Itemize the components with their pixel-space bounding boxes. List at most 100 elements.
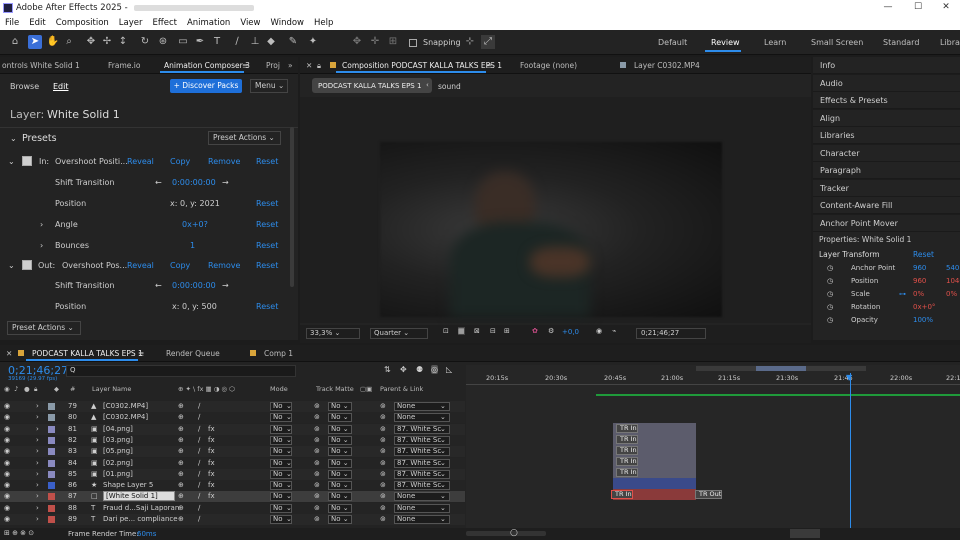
collapse-switch-icon[interactable]: ⊕ (178, 436, 184, 444)
eye-icon[interactable]: ◉ (4, 447, 10, 455)
in-reveal-link[interactable]: Reveal (127, 157, 154, 166)
snapping-checkbox[interactable] (409, 39, 417, 47)
tab-effect-controls[interactable]: ontrols White Solid 1 (2, 61, 80, 70)
maximize-icon[interactable]: ☐ (903, 0, 933, 15)
tab-animation-composer[interactable]: Animation Composer 3 (164, 61, 250, 70)
in-angle-reset[interactable]: Reset (256, 220, 278, 229)
tab-render-queue[interactable]: Render Queue (166, 349, 220, 358)
rotate-tool-icon[interactable]: ↻ (138, 35, 152, 49)
workspace-default[interactable]: Default (658, 38, 687, 47)
track-z-icon[interactable]: ↕ (116, 35, 130, 49)
snap-expand-icon[interactable]: ⤢ (481, 35, 495, 49)
label-color[interactable] (48, 482, 55, 490)
preserve-transparency-icon[interactable]: ⊚ (314, 504, 320, 512)
menu-effect[interactable]: Effect (148, 18, 182, 28)
in-bounces-reset[interactable]: Reset (256, 241, 278, 250)
preset-actions-dropdown[interactable]: Preset Actions ⌄ (208, 131, 281, 145)
panel-anchor-point-mover[interactable]: Anchor Point Mover (813, 214, 960, 232)
preserve-transparency-icon[interactable]: ⊚ (314, 515, 320, 523)
in-remove-link[interactable]: Remove (208, 157, 240, 166)
quality-switch-icon[interactable]: ∕ (198, 481, 200, 489)
label-color[interactable] (48, 403, 55, 410)
parent-arrow-icon[interactable]: ⌄ (440, 481, 446, 489)
collapse-switch-icon[interactable]: ⊕ (178, 492, 184, 500)
panel-menu-icon[interactable]: ≡ (486, 61, 492, 70)
menu-view[interactable]: View (235, 18, 265, 28)
tr-in-marker[interactable]: TR In (611, 490, 633, 499)
playhead[interactable] (850, 373, 851, 540)
out-reveal-link[interactable]: Reveal (127, 261, 154, 270)
playhead-handle-icon[interactable]: ▼ (846, 373, 852, 382)
in-checkbox[interactable] (22, 156, 32, 166)
transparency-grid-icon[interactable]: ▦ (458, 327, 465, 335)
tab-composition[interactable]: Composition PODCAST KALLA TALKS EPS 1 (342, 61, 502, 70)
layer-name[interactable]: [02.png] (103, 459, 133, 467)
mode-arrow-icon[interactable]: ⌄ (286, 481, 292, 489)
pickwhip-icon[interactable]: ⊚ (380, 447, 386, 455)
grid-icon[interactable]: ⊞ (504, 327, 510, 335)
mask-visibility-icon[interactable]: ⊠ (474, 327, 480, 335)
tr-in-marker[interactable]: TR In (616, 446, 638, 455)
eye-icon[interactable]: ◉ (4, 413, 10, 421)
expand-chevron-icon[interactable]: › (36, 436, 39, 444)
layer-name[interactable]: Shape Layer 5 (103, 481, 153, 489)
clone-stamp-icon[interactable]: ⊥ (248, 35, 262, 49)
layer-name-header[interactable]: Layer Name (92, 385, 131, 393)
layer-name[interactable]: Dari pe... compliance (103, 515, 178, 523)
parent-arrow-icon[interactable]: ⌄ (440, 402, 446, 410)
panel-paragraph[interactable]: Paragraph (813, 162, 960, 179)
layer-search-input[interactable]: Q (66, 365, 296, 377)
eraser-tool-icon[interactable]: ◆ (264, 35, 278, 49)
zoom-slider-handle[interactable]: ○ (510, 528, 518, 538)
tab-layer[interactable]: Layer C0302.MP4 (634, 61, 700, 70)
label-color[interactable] (48, 436, 55, 444)
panel-menu-icon[interactable]: ≡ (242, 61, 248, 70)
orbit-tool-icon[interactable]: ✥ (84, 35, 98, 49)
snapshot-icon[interactable]: ◉ (596, 327, 602, 335)
collapse-switch-icon[interactable]: ⊕ (178, 470, 184, 478)
eye-icon[interactable]: ◉ (4, 481, 10, 489)
motion-blur-icon[interactable]: ◎ (431, 365, 438, 374)
fx-switch-icon[interactable]: fx (208, 436, 215, 444)
pickwhip-icon[interactable]: ⊚ (380, 425, 386, 433)
hand-tool-icon[interactable]: ✋ (46, 35, 60, 49)
close-tab-icon[interactable]: ✕ (6, 349, 12, 358)
roto-brush-icon[interactable]: ✎ (286, 35, 300, 49)
menu-animation[interactable]: Animation (182, 18, 235, 28)
track-matte-dropdown[interactable]: No ⌄ (328, 492, 352, 502)
quality-switch-icon[interactable]: ∕ (198, 413, 200, 421)
prop-value-1[interactable]: 960 (913, 277, 926, 285)
mode-arrow-icon[interactable]: ⌄ (286, 470, 292, 478)
prop-value-2[interactable]: 1040 (946, 277, 960, 285)
preserve-transparency-icon[interactable]: ⊚ (314, 436, 320, 444)
minimize-icon[interactable]: — (873, 0, 903, 15)
out-remove-link[interactable]: Remove (208, 261, 240, 270)
collapse-switch-icon[interactable]: ⊕ (178, 447, 184, 455)
collapse-switch-icon[interactable]: ⊕ (178, 413, 184, 421)
in-angle-value[interactable]: 0x+0? (182, 220, 208, 229)
menu-file[interactable]: File (0, 18, 24, 28)
panel-align[interactable]: Align (813, 109, 960, 127)
quality-switch-icon[interactable]: ∕ (198, 436, 200, 444)
tr-in-marker[interactable]: TR In (616, 424, 638, 433)
tab-frameio[interactable]: Frame.io (108, 61, 140, 70)
track-matte-dropdown[interactable]: No ⌄ (328, 402, 352, 411)
expand-chevron-icon[interactable]: › (36, 515, 39, 523)
pickwhip-icon[interactable]: ⊚ (380, 504, 386, 512)
track-matte-dropdown[interactable]: No ⌄ (328, 424, 352, 434)
axis-view-icon[interactable]: ⊞ (386, 35, 400, 49)
layer-row[interactable]: ◉ › 86 ★ Shape Layer 5 ⊕ ∕ fx No ⊚ No ⌄ ⊚ 87. White … (0, 480, 465, 492)
in-position-reset[interactable]: Reset (256, 199, 278, 208)
pickwhip-icon[interactable]: ⊚ (380, 481, 386, 489)
panel-character[interactable]: Character (813, 144, 960, 162)
tr-out-marker[interactable]: TR Out (695, 490, 723, 499)
layer-name[interactable]: [01.png] (103, 470, 133, 478)
eye-icon[interactable]: ◉ (4, 402, 10, 410)
menu-composition[interactable]: Composition (51, 18, 114, 28)
expand-chevron-icon[interactable]: › (36, 504, 39, 512)
in-reset-link[interactable]: Reset (256, 157, 278, 166)
collapse-switch-icon[interactable]: ⊕ (178, 425, 184, 433)
home-icon[interactable]: ⌂ (8, 35, 22, 49)
label-color[interactable] (48, 493, 55, 501)
bounces-chevron-icon[interactable]: › (40, 241, 43, 250)
